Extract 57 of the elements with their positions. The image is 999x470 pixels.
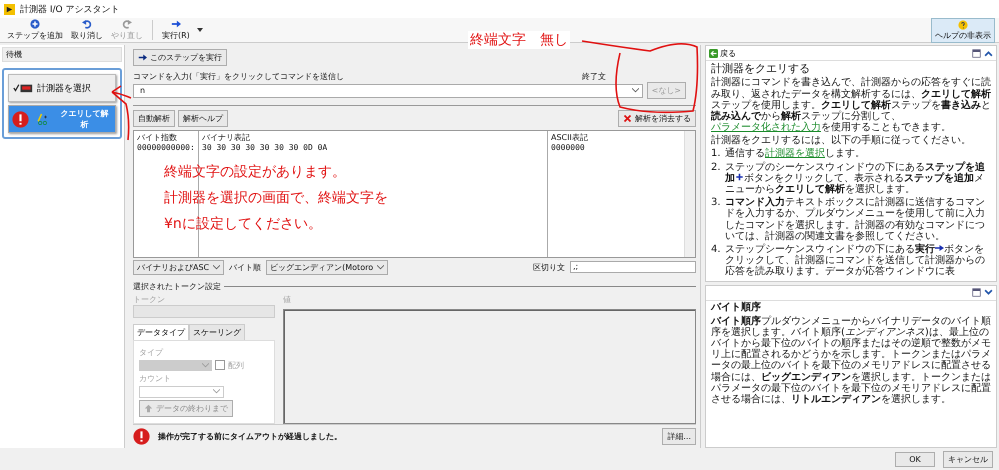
details-button[interactable]: 詳細...	[662, 428, 696, 445]
field-label: カウント	[139, 372, 172, 384]
command-combo-box[interactable]: n	[133, 84, 643, 98]
field-label: 終了文	[582, 71, 606, 82]
checkbox-label: 配列	[228, 360, 244, 371]
annotation-text: 終端文字 無し	[468, 31, 570, 49]
step-button[interactable]: 計測器を選択	[8, 74, 116, 102]
table-cell: 30 30 30 30 30 30 30 0D 0A	[202, 142, 328, 152]
step-number: 4.	[711, 244, 721, 257]
step-number: 2.	[711, 162, 721, 175]
annotation-text: 計測器を選択の画面で、終端文字を	[164, 188, 388, 207]
window-title: 計測器 I/O アシスタント	[20, 4, 120, 16]
toolbar-button[interactable]: ステップを追加	[4, 19, 66, 41]
annotation-text: 終端文字の設定があります。	[164, 162, 347, 181]
table-cell: 00000000000:	[137, 142, 195, 152]
auto-parse-button[interactable]: 自動解析	[133, 110, 175, 127]
run-step-button[interactable]: このステップを実行	[133, 49, 227, 66]
help-paragraph: 計測器をクエリするには、以下の手順に従ってください。	[711, 135, 972, 146]
section-title: 選択されたトークン設定	[133, 280, 221, 292]
column-header: バイト指数	[137, 132, 177, 143]
field-label: タイプ	[139, 346, 164, 358]
help-paragraph: ステップシーケンスウィンドウの下にある実行 ボタンをクリックして、計測器にコマンドを送信して計測器からの応答を読み取ります。データが応答ウィンドウに表	[725, 244, 986, 278]
status-message: 操作が完了する前にタイムアウトが経過しました。	[158, 430, 342, 442]
help-link[interactable]: パラメータ化された入力	[711, 122, 821, 134]
cancel-button[interactable]: キャンセル	[943, 450, 993, 468]
parse-help-button[interactable]: 解析ヘルプ	[178, 110, 228, 127]
help-link[interactable]: 計測器を選択	[765, 148, 825, 160]
format-dropdown[interactable]: バイナリおよびASC	[133, 260, 224, 275]
field-label: コマンドを入力(「実行」をクリックしてコマンドを送信し	[133, 71, 344, 82]
tab[interactable]: データタイプ	[133, 324, 189, 340]
field-label: 区切り文	[533, 262, 565, 273]
help-paragraph: 通信する計測器を選択 します。	[725, 148, 865, 160]
delimiter-field[interactable]: ,;	[570, 261, 696, 274]
panel-header: 待機	[2, 47, 122, 62]
back-button[interactable]: 戻る	[709, 48, 736, 58]
field-label: 値	[283, 294, 292, 305]
help-paragraph: ステップのシーケンスウィンドウの下にあるステップを追加 ボタンをクリックして、表示されるステップを追加メニューからクエリして解析を選択します。	[725, 162, 986, 196]
annotation-text: ¥nに設定してください。	[164, 214, 323, 233]
toolbar-button[interactable]: 取り消し	[68, 19, 106, 41]
help-paragraph: 計測器にコマンドを書き込んで、計測器からの応答をすぐに読み取り、返されたデータを構文解析するには、クエリして解析ステップを使用します。クエリして解析ステップを書き込みと読み込んでから解析ステップに分割して、 パラメータ化された入力 を使用することもできます。	[711, 77, 991, 134]
column-header: ASCII表記	[551, 132, 588, 143]
help-title: バイト順序	[711, 302, 762, 313]
field-label: トークン	[133, 294, 166, 305]
column-header: バイナリ表記	[202, 132, 250, 143]
hide-help-button[interactable]: ヘルプの非表示	[931, 18, 995, 42]
byte-order-dropdown[interactable]: ビッグエンディアン(Motoro	[266, 260, 388, 275]
table-cell: 0000000	[551, 142, 585, 152]
help-paragraph: バイト順序プルダウンメニューからバイナリデータのバイト順序を選択します。バイト順序(エンディアンネス)は、最上位のバイトから最下位のバイトの順序またはその逆順で整数がメモリ上に配置されるかどうかを示します。トークンまたはパラメータの最上位のバイトを最下位のメモリアドレスに配置させる場合には、ビッグエンディアンを選択します。トークンまたはパラメータの最下位のバイトを最下位のメモリアドレスに配置させる場合には、リトルエンディアンを選択します。	[711, 316, 991, 406]
help-paragraph: コマンド入力テキストボックスに計測器に送信するコマンドを入力するか、プルダウンメニューを使用して前に入力したコマンドを選択します。計測器の有効なコマンドについては、計測器の関連文書を参照してください。	[725, 197, 986, 242]
field-label: バイト順	[229, 262, 262, 273]
tab[interactable]: スケーリング	[189, 324, 245, 340]
step-number: 1.	[711, 148, 721, 162]
clear-parse-button[interactable]: 解析を消去する	[618, 110, 696, 127]
toolbar-button[interactable]: 実行(R)	[159, 19, 193, 41]
step-number: 3.	[711, 197, 721, 210]
ok-button[interactable]: OK	[895, 452, 935, 466]
help-title: 計測器をクエリする	[711, 63, 811, 76]
